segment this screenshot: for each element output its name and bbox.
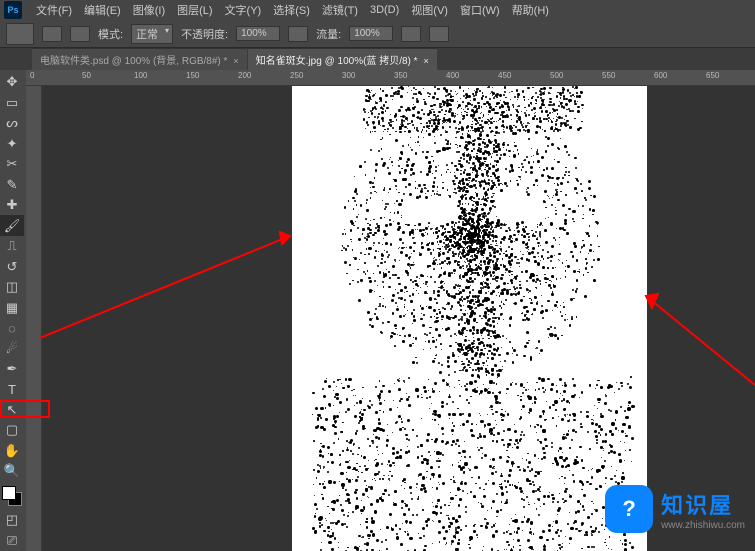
mode-label: 模式: bbox=[98, 26, 123, 42]
document-tab[interactable]: 知名雀斑女.jpg @ 100%(蓝 拷贝/8) *× bbox=[248, 48, 437, 70]
menu-filter[interactable]: 滤镜(T) bbox=[316, 2, 364, 18]
annotation-arrow-right bbox=[640, 290, 755, 390]
menu-view[interactable]: 视图(V) bbox=[405, 2, 454, 18]
tool-preset-picker[interactable] bbox=[6, 23, 34, 45]
watermark: 知识屋 www.zhishiwu.com bbox=[605, 485, 745, 533]
move-tool[interactable]: ✥ bbox=[0, 72, 24, 92]
screen-mode-toggle[interactable]: ⎚ bbox=[0, 531, 24, 551]
stamp-tool[interactable]: ⎍ bbox=[0, 236, 24, 256]
opacity-label: 不透明度: bbox=[181, 26, 228, 42]
pen-tool[interactable]: ✒ bbox=[0, 359, 24, 379]
history-brush-tool[interactable]: ↺ bbox=[0, 256, 24, 276]
watermark-icon bbox=[605, 485, 653, 533]
menu-bar: Ps 文件(F) 编辑(E) 图像(I) 图层(L) 文字(Y) 选择(S) 滤… bbox=[0, 0, 755, 20]
annotation-arrow-left bbox=[40, 230, 300, 350]
watermark-url: www.zhishiwu.com bbox=[661, 520, 745, 531]
brush-preset-picker[interactable] bbox=[42, 26, 62, 42]
heal-tool[interactable]: ✚ bbox=[0, 195, 24, 215]
menu-select[interactable]: 选择(S) bbox=[267, 2, 316, 18]
wand-tool[interactable]: ✦ bbox=[0, 133, 24, 153]
watermark-title: 知识屋 bbox=[661, 488, 745, 520]
brush-tool[interactable]: 🖌 bbox=[0, 215, 24, 235]
hand-tool[interactable]: ✋ bbox=[0, 441, 24, 461]
close-icon[interactable]: × bbox=[233, 56, 238, 66]
canvas[interactable] bbox=[292, 86, 647, 551]
app-logo: Ps bbox=[4, 1, 22, 19]
menu-layer[interactable]: 图层(L) bbox=[171, 2, 218, 18]
brush-panel-toggle[interactable] bbox=[70, 26, 90, 42]
color-swatch[interactable] bbox=[2, 486, 24, 506]
flow-field[interactable]: 100% bbox=[349, 26, 393, 41]
menu-help[interactable]: 帮助(H) bbox=[506, 2, 555, 18]
type-tool[interactable]: T bbox=[0, 379, 24, 399]
blend-mode-select[interactable]: 正常 bbox=[131, 24, 173, 44]
opacity-field[interactable]: 100% bbox=[236, 26, 280, 41]
menu-3d[interactable]: 3D(D) bbox=[364, 4, 405, 16]
pressure-opacity-toggle[interactable] bbox=[288, 26, 308, 42]
close-icon[interactable]: × bbox=[424, 56, 429, 66]
document-tab[interactable]: 电脑软件类.psd @ 100% (背景, RGB/8#) *× bbox=[32, 48, 247, 70]
airbrush-toggle[interactable] bbox=[401, 26, 421, 42]
menu-window[interactable]: 窗口(W) bbox=[454, 2, 506, 18]
image-content bbox=[292, 86, 647, 551]
shape-tool[interactable]: ▢ bbox=[0, 420, 24, 440]
menu-edit[interactable]: 编辑(E) bbox=[78, 2, 127, 18]
blur-tool[interactable]: ◌ bbox=[0, 318, 24, 338]
menu-type[interactable]: 文字(Y) bbox=[219, 2, 268, 18]
annotation-highlight bbox=[0, 400, 50, 418]
marquee-tool[interactable]: ▭ bbox=[0, 92, 24, 112]
tool-panel: ✥ ▭ ᔕ ✦ ✂ ✎ ✚ 🖌 ⎍ ↺ ◫ ▦ ◌ ☄ ✒ T ↖ ▢ ✋ 🔍 … bbox=[0, 70, 26, 551]
options-bar: 模式: 正常 不透明度: 100% 流量: 100% bbox=[0, 20, 755, 48]
lasso-tool[interactable]: ᔕ bbox=[0, 113, 24, 133]
eraser-tool[interactable]: ◫ bbox=[0, 277, 24, 297]
dodge-tool[interactable]: ☄ bbox=[0, 338, 24, 358]
gradient-tool[interactable]: ▦ bbox=[0, 297, 24, 317]
quickmask-toggle[interactable]: ◰ bbox=[0, 510, 24, 530]
eyedropper-tool[interactable]: ✎ bbox=[0, 174, 24, 194]
flow-label: 流量: bbox=[316, 26, 341, 42]
foreground-color[interactable] bbox=[2, 486, 16, 500]
zoom-tool[interactable]: 🔍 bbox=[0, 461, 24, 481]
menu-image[interactable]: 图像(I) bbox=[127, 2, 171, 18]
pressure-size-toggle[interactable] bbox=[429, 26, 449, 42]
document-tab-bar: 电脑软件类.psd @ 100% (背景, RGB/8#) *× 知名雀斑女.j… bbox=[0, 48, 755, 70]
ruler-horizontal[interactable]: 0 50 100 150 200 250 300 350 400 450 500… bbox=[26, 70, 755, 86]
crop-tool[interactable]: ✂ bbox=[0, 154, 24, 174]
menu-file[interactable]: 文件(F) bbox=[30, 2, 78, 18]
